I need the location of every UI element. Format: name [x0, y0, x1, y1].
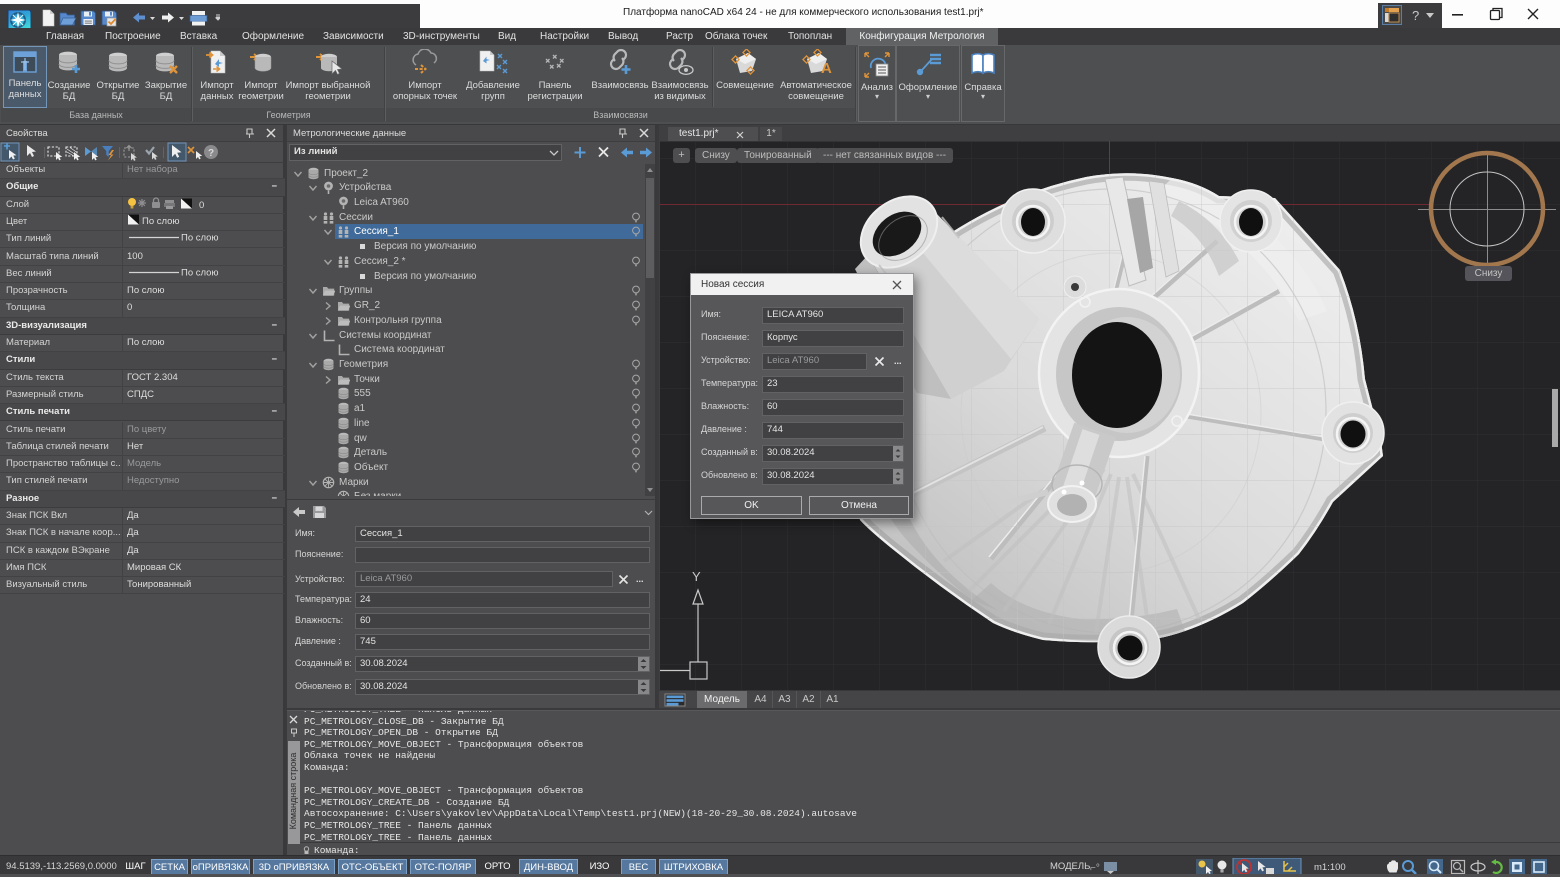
svg-text:?: ?	[1412, 8, 1419, 23]
svg-text:⌐°: ⌐°	[1090, 863, 1100, 874]
svg-text:По слою: По слою	[181, 233, 219, 244]
svg-text:?: ?	[208, 148, 214, 159]
svg-text:A: A	[821, 60, 832, 77]
svg-text:Y: Y	[692, 569, 701, 584]
svg-text:m1:100: m1:100	[1314, 862, 1346, 873]
svg-text:По слою: По слою	[181, 267, 219, 278]
